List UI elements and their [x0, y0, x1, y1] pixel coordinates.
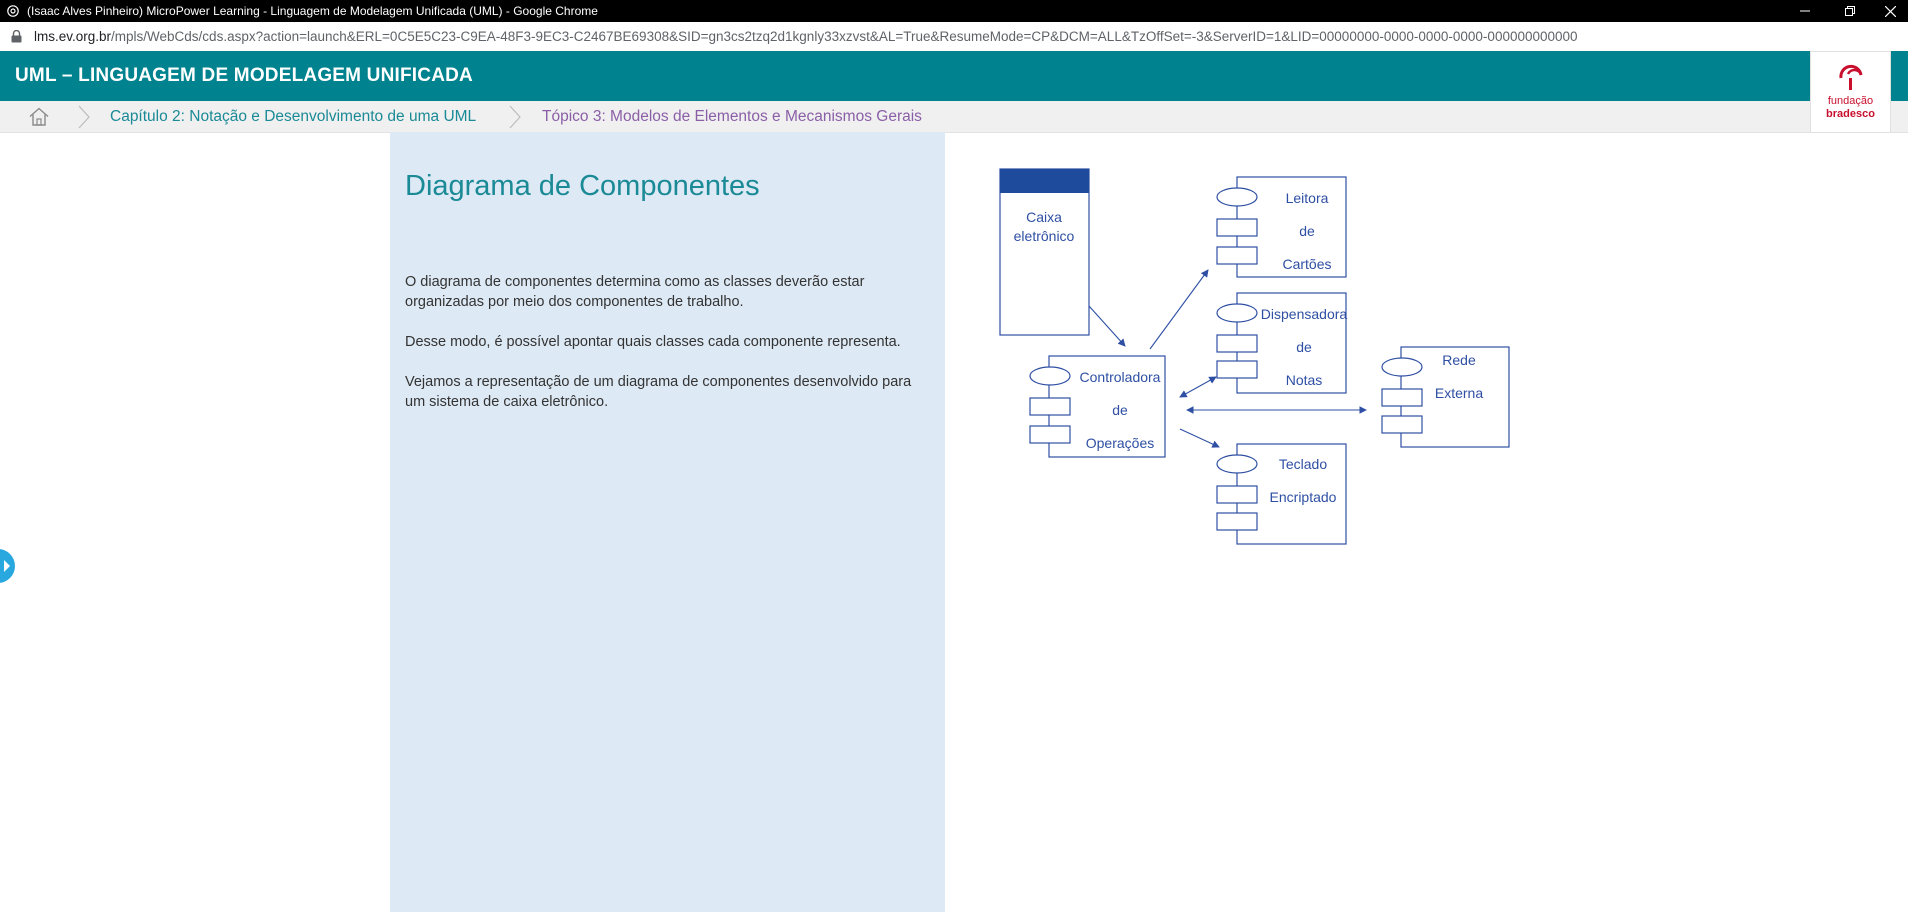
- chrome-icon: [7, 5, 19, 17]
- controller-label-line2: de: [1112, 402, 1128, 418]
- arrow-controller-to-card-reader: [1149, 269, 1209, 350]
- arrow-atm-to-controller: [1088, 305, 1126, 347]
- keypad-label-line2: Encriptado: [1270, 489, 1337, 505]
- chevron-right-icon: [509, 105, 521, 129]
- network-label-line2: Externa: [1435, 385, 1483, 401]
- course-header: UML – LINGUAGEM DE MODELAGEM UNIFICADA: [0, 51, 1908, 101]
- minimize-button[interactable]: [1782, 0, 1828, 22]
- atm-label-line2: eletrônico: [1014, 228, 1075, 244]
- lock-icon: [11, 30, 22, 43]
- browser-title-bar: (Isaac Alves Pinheiro) MicroPower Learni…: [0, 0, 1908, 22]
- arrow-controller-dispenser: [1179, 376, 1217, 398]
- network-label-line1: Rede: [1442, 352, 1476, 368]
- chevron-right-icon: [78, 105, 90, 129]
- breadcrumb-topic[interactable]: Tópico 3: Modelos de Elementos e Mecanis…: [542, 108, 922, 126]
- component-diagram-svg: Caixa eletrônico Controladora de Operaçõ…: [999, 168, 1510, 545]
- card-reader-label-line1: Leitora: [1286, 190, 1329, 206]
- side-menu-toggle-icon[interactable]: [0, 548, 16, 584]
- logo-text-fundacao: fundação: [1827, 95, 1874, 107]
- home-icon[interactable]: [29, 107, 49, 126]
- minimize-icon: [1800, 10, 1810, 12]
- component-diagram: Caixa eletrônico Controladora de Operaçõ…: [990, 160, 1510, 560]
- url-path: /mpls/WebCds/cds.aspx?action=launch&ERL=…: [111, 29, 1578, 44]
- breadcrumb-chapter[interactable]: Capítulo 2: Notação e Desenvolvimento de…: [110, 108, 476, 126]
- card-reader-label-line2: de: [1299, 223, 1315, 239]
- paragraph-2: Desse modo, é possível apontar quais cla…: [405, 334, 901, 350]
- fundacao-bradesco-logo: fundação bradesco: [1810, 51, 1891, 133]
- controller-label-line1: Controladora: [1080, 369, 1161, 385]
- content-text-panel: Diagrama de Componentes O diagrama de co…: [390, 132, 945, 912]
- close-window-button[interactable]: [1867, 0, 1908, 22]
- keypad-component: Teclado Encriptado: [1216, 443, 1347, 545]
- dispenser-component: Dispensadora de Notas: [1216, 292, 1348, 394]
- keypad-label-line1: Teclado: [1279, 456, 1327, 472]
- arrow-controller-to-keypad: [1179, 428, 1220, 448]
- address-bar[interactable]: lms.ev.org.br/mpls/WebCds/cds.aspx?actio…: [0, 22, 1908, 52]
- paragraph-3: Vejamos a representação de um diagrama d…: [405, 374, 912, 410]
- page-title: Diagrama de Componentes: [405, 170, 760, 202]
- window-title: (Isaac Alves Pinheiro) MicroPower Learni…: [27, 4, 598, 18]
- atm-label-line1: Caixa: [1026, 209, 1062, 225]
- breadcrumb: Capítulo 2: Notação e Desenvolvimento de…: [0, 101, 1908, 133]
- bradesco-logo-icon: [1839, 64, 1863, 90]
- card-reader-component: Leitora de Cartões: [1216, 176, 1347, 278]
- controller-label-line3: Operações: [1086, 435, 1154, 451]
- dispenser-label-line1: Dispensadora: [1261, 306, 1348, 322]
- dispenser-label-line3: Notas: [1286, 372, 1323, 388]
- dispenser-label-line2: de: [1296, 339, 1312, 355]
- controller-component: Controladora de Operações: [1029, 355, 1166, 458]
- course-title: UML – LINGUAGEM DE MODELAGEM UNIFICADA: [15, 65, 473, 86]
- close-icon: [1884, 5, 1896, 17]
- url-host: lms.ev.org.br: [34, 29, 112, 44]
- restore-icon: [1845, 6, 1855, 16]
- atm-node: Caixa eletrônico: [999, 168, 1090, 336]
- logo-text-bradesco: bradesco: [1826, 108, 1875, 120]
- network-component: Rede Externa: [1381, 346, 1510, 448]
- card-reader-label-line3: Cartões: [1282, 256, 1331, 272]
- url-text[interactable]: lms.ev.org.br/mpls/WebCds/cds.aspx?actio…: [34, 29, 1578, 44]
- paragraph-1: O diagrama de componentes determina como…: [405, 274, 865, 310]
